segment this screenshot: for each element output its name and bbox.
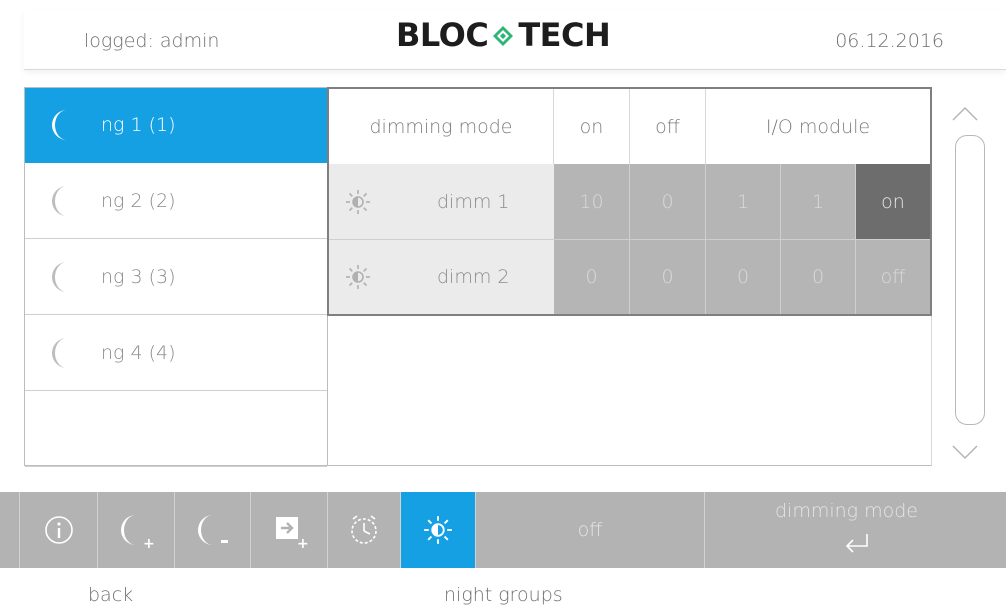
dimming-mode-enter-button[interactable]: dimming mode: [705, 492, 1006, 568]
night-group-item-2[interactable]: ng 2 (2): [25, 164, 327, 239]
night-group-item-1[interactable]: ng 1 (1): [25, 88, 327, 163]
dimming-sun-icon: [346, 190, 370, 214]
status-text: off: [577, 519, 603, 541]
row-label-dimm-2[interactable]: dimm 2: [329, 240, 554, 314]
info-button[interactable]: [20, 492, 98, 568]
scroll-down-icon[interactable]: [950, 440, 980, 466]
on-value-cell[interactable]: 0: [554, 240, 630, 314]
toolbar-spacer: [0, 492, 20, 568]
dimming-sun-icon: [346, 265, 370, 289]
night-group-item-3[interactable]: ng 3 (3): [25, 240, 327, 315]
remove-night-group-icon: [197, 515, 228, 545]
status-display: off: [476, 492, 705, 568]
logo-text-right: TECH: [518, 16, 611, 54]
night-group-item-4[interactable]: ng 4 (4): [25, 316, 327, 391]
off-value-cell[interactable]: 0: [630, 164, 706, 240]
add-night-group-icon: +: [121, 515, 155, 550]
io-module-value-cell[interactable]: 1: [706, 164, 781, 240]
dimming-button[interactable]: [401, 492, 476, 568]
info-icon: [44, 516, 73, 544]
row-name: dimm 1: [437, 190, 510, 213]
remove-night-group-button[interactable]: [175, 492, 251, 568]
off-value-cell[interactable]: 0: [630, 240, 706, 314]
night-group-label: ng 2 (2): [101, 190, 176, 212]
state-toggle-button[interactable]: on: [856, 164, 930, 240]
night-group-label: ng 1 (1): [101, 114, 176, 136]
io-module-value-cell[interactable]: 0: [706, 240, 781, 314]
row-name: dimm 2: [437, 266, 510, 288]
add-module-icon: +: [276, 517, 309, 550]
svg-text:+: +: [297, 536, 309, 550]
content-area: [327, 316, 932, 466]
night-group-label: ng 3 (3): [101, 266, 176, 288]
column-header-io-module: I/O module: [706, 89, 930, 164]
moon-icon: [52, 110, 67, 140]
logo-diamond-icon: [493, 26, 514, 46]
moon-icon: [52, 262, 67, 292]
row-label-dimm-1[interactable]: dimm 1: [329, 164, 554, 240]
date-label: 06.12.2016: [835, 30, 944, 52]
night-group-item-empty: [25, 392, 327, 467]
timer-icon: [351, 515, 377, 544]
enter-arrow-icon: [845, 534, 868, 553]
screen-title: night groups: [444, 584, 563, 606]
column-header-off: off: [630, 89, 706, 164]
dimming-icon: [424, 516, 452, 544]
column-header-dimming-mode: dimming mode: [329, 89, 554, 164]
moon-icon: [52, 338, 67, 368]
logo-text-left: BLOC: [396, 16, 489, 54]
scroll-up-icon[interactable]: [950, 98, 980, 128]
on-value-cell[interactable]: 10: [554, 164, 630, 240]
night-group-list: ng 1 (1) ng 2 (2) ng 3 (3) ng 4 (4): [24, 87, 328, 467]
timer-button[interactable]: [328, 492, 401, 568]
bottom-toolbar: + + off dimming mode: [0, 492, 1006, 568]
dimming-mode-label: dimming mode: [775, 500, 919, 522]
add-module-button[interactable]: +: [251, 492, 328, 568]
column-header-on: on: [554, 89, 630, 164]
back-link[interactable]: back: [88, 584, 133, 606]
bloctech-logo: BLOC TECH: [396, 16, 611, 54]
io-channel-value-cell[interactable]: 1: [781, 164, 856, 240]
io-channel-value-cell[interactable]: 0: [781, 240, 856, 314]
logged-user-label: logged: admin: [84, 30, 220, 52]
moon-icon: [52, 186, 67, 216]
add-night-group-button[interactable]: +: [98, 492, 175, 568]
state-toggle-button[interactable]: off: [856, 240, 930, 314]
svg-text:+: +: [143, 536, 155, 550]
header-bar: logged: admin BLOC TECH 06.12.2016: [24, 10, 1006, 70]
scrollbar-track[interactable]: [955, 135, 985, 425]
night-group-label: ng 4 (4): [101, 342, 176, 364]
dimming-table: dimming mode on off I/O module dimm 1 10…: [327, 87, 932, 316]
